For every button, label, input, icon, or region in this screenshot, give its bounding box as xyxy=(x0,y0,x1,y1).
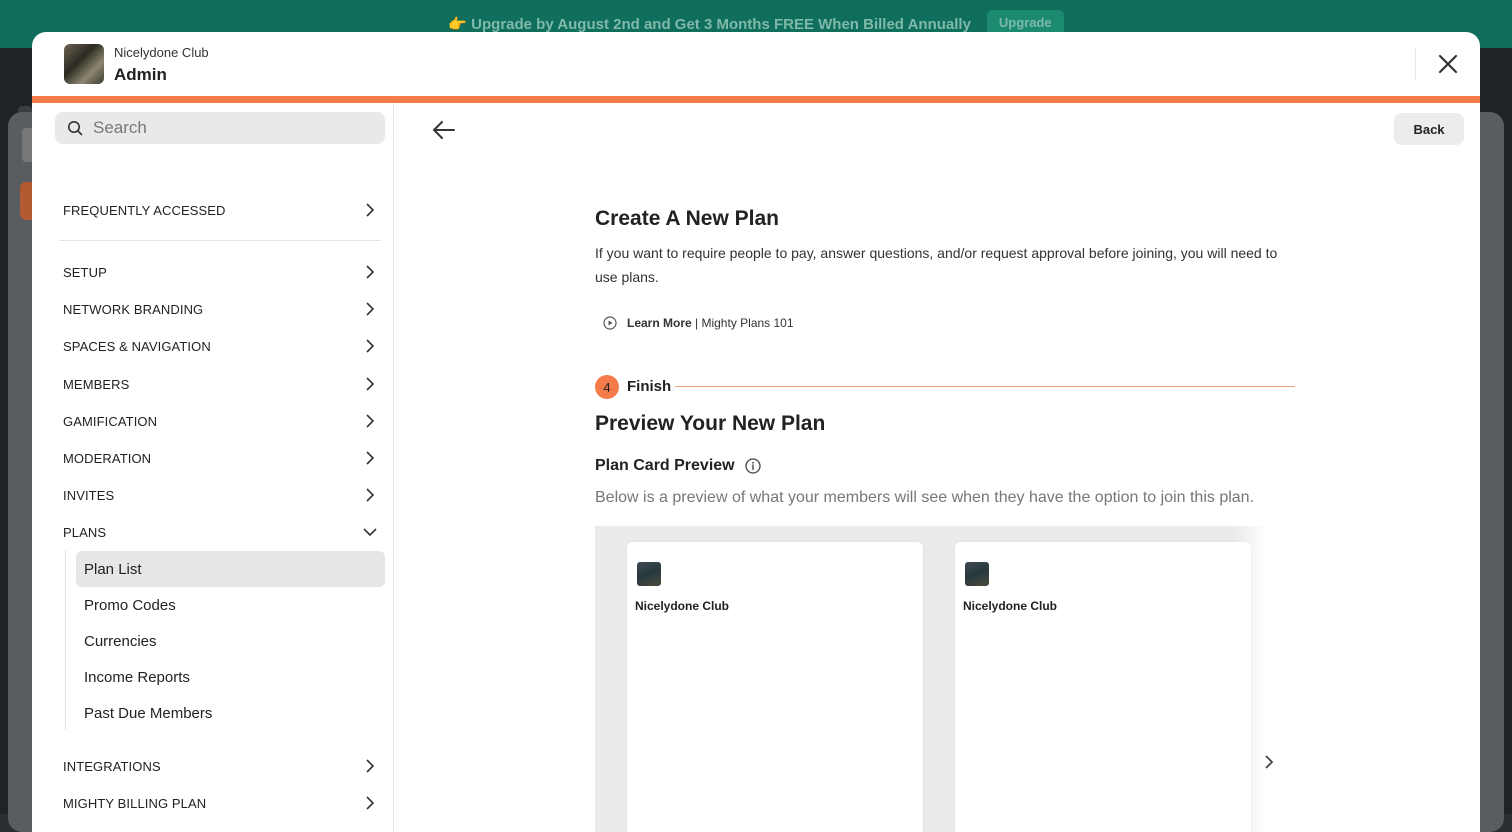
plan-card-network-name: Nicelydone Club xyxy=(963,599,1058,613)
search-box[interactable] xyxy=(55,112,385,144)
plan-card-carousel: Nicelydone Club Nicelydone Club xyxy=(595,526,1274,832)
sidebar-subitem-label: Promo Codes xyxy=(84,596,176,614)
info-icon[interactable] xyxy=(744,458,761,474)
sidebar-item-moderation[interactable]: MODERATION xyxy=(63,445,378,471)
sidebar-item-members[interactable]: MEMBERS xyxy=(63,371,378,397)
sidebar-item-label: PLANS xyxy=(63,524,107,540)
sidebar-item-label: NETWORK BRANDING xyxy=(63,301,204,317)
plan-card-network-name: Nicelydone Club xyxy=(635,599,730,613)
page-title: Admin xyxy=(114,65,167,84)
chevron-down-icon xyxy=(363,528,377,537)
chevron-right-icon xyxy=(366,339,375,353)
play-circle-icon xyxy=(603,316,617,330)
sidebar-item-label: SETUP xyxy=(63,264,107,280)
admin-modal: Nicelydone Club Admin FREQUENTLY ACCESSE… xyxy=(32,32,1480,832)
chevron-right-icon xyxy=(366,759,375,773)
sidebar-item-label: INVITES xyxy=(63,487,115,503)
sidebar-item-spaces-navigation[interactable]: SPACES & NAVIGATION xyxy=(63,333,378,359)
sidebar-subitem-label: Past Due Members xyxy=(84,704,213,722)
sidebar-item-label: GAMIFICATION xyxy=(63,413,158,429)
sidebar-subitem-promo-codes[interactable]: Promo Codes xyxy=(76,587,385,623)
network-logo xyxy=(64,44,104,84)
carousel-fade xyxy=(1235,526,1267,832)
sidebar-subitem-income-reports[interactable]: Income Reports xyxy=(76,659,385,695)
plan-card[interactable]: Nicelydone Club xyxy=(627,542,923,832)
step-progress-line xyxy=(675,386,1295,387)
chevron-right-icon xyxy=(1265,755,1274,769)
modal-header: Nicelydone Club Admin xyxy=(32,32,1480,96)
plan-card-logo xyxy=(637,562,661,586)
header-divider xyxy=(1415,48,1416,80)
card-preview-heading: Plan Card Preview xyxy=(595,457,761,475)
sidebar-item-plans[interactable]: PLANS xyxy=(63,519,378,545)
card-preview-title: Plan Card Preview xyxy=(595,457,735,474)
sidebar-item-frequently-accessed[interactable]: FREQUENTLY ACCESSED xyxy=(63,197,378,223)
chevron-right-icon xyxy=(366,414,375,428)
accent-bar xyxy=(32,96,1480,103)
plan-card-logo xyxy=(965,562,989,586)
banner-text: 👉 Upgrade by August 2nd and Get 3 Months… xyxy=(448,16,971,33)
plan-card[interactable]: Nicelydone Club xyxy=(955,542,1251,832)
close-button[interactable] xyxy=(1432,48,1464,80)
sidebar-item-label: SPACES & NAVIGATION xyxy=(63,338,211,354)
sidebar-item-invites[interactable]: INVITES xyxy=(63,482,378,508)
sidebar-item-mighty-billing-plan[interactable]: MIGHTY BILLING PLAN xyxy=(63,790,378,816)
main-content: Back Create A New Plan If you want to re… xyxy=(394,103,1480,832)
sidebar-divider xyxy=(59,240,381,241)
sidebar-item-label: MIGHTY BILLING PLAN xyxy=(63,795,207,811)
banner-upgrade-button[interactable]: Upgrade xyxy=(986,9,1064,35)
chevron-right-icon xyxy=(366,203,375,217)
sidebar-item-setup[interactable]: SETUP xyxy=(63,259,378,285)
sidebar-item-label: FREQUENTLY ACCESSED xyxy=(63,202,226,218)
search-input[interactable] xyxy=(91,117,375,139)
sidebar-item-label: MODERATION xyxy=(63,450,152,466)
chevron-right-icon xyxy=(366,377,375,391)
chevron-right-icon xyxy=(366,796,375,810)
chevron-right-icon xyxy=(366,265,375,279)
sidebar-item-label: INTEGRATIONS xyxy=(63,758,161,774)
submenu-guide-line xyxy=(65,550,66,730)
chevron-right-icon xyxy=(366,302,375,316)
sidebar-subitem-label: Currencies xyxy=(84,632,157,650)
search-icon xyxy=(68,121,83,136)
carousel-next-button[interactable] xyxy=(1259,752,1279,772)
sidebar-subitem-label: Plan List xyxy=(84,560,142,578)
sidebar-subitem-currencies[interactable]: Currencies xyxy=(76,623,385,659)
chevron-right-icon xyxy=(366,451,375,465)
page-description: If you want to require people to pay, an… xyxy=(595,245,1278,285)
sidebar-item-label: MEMBERS xyxy=(63,376,130,392)
back-button[interactable]: Back xyxy=(1394,113,1464,145)
sidebar-item-network-branding[interactable]: NETWORK BRANDING xyxy=(63,296,378,322)
sidebar-item-gamification[interactable]: GAMIFICATION xyxy=(63,408,378,434)
chevron-right-icon xyxy=(366,488,375,502)
sidebar-subitem-plan-list[interactable]: Plan List xyxy=(76,551,385,587)
close-icon xyxy=(1438,54,1458,74)
step-indicator: 4 Finish xyxy=(595,375,1295,399)
learn-more-suffix: | Mighty Plans 101 xyxy=(691,316,794,330)
step-number-badge: 4 xyxy=(595,375,619,399)
sidebar-item-integrations[interactable]: INTEGRATIONS xyxy=(63,753,378,779)
card-preview-description: Below is a preview of what your members … xyxy=(595,489,1255,506)
learn-more-label: Learn More xyxy=(627,316,692,330)
network-name: Nicelydone Club xyxy=(114,45,209,60)
sidebar-subitem-past-due-members[interactable]: Past Due Members xyxy=(76,695,385,731)
sidebar: FREQUENTLY ACCESSED SETUP NETWORK BRANDI… xyxy=(32,103,394,832)
arrow-left-icon xyxy=(433,121,455,139)
preview-heading: Preview Your New Plan xyxy=(595,412,826,435)
sidebar-subitem-label: Income Reports xyxy=(84,668,190,686)
step-label: Finish xyxy=(627,378,672,395)
back-arrow-button[interactable] xyxy=(428,114,460,146)
page-heading: Create A New Plan xyxy=(595,207,780,230)
learn-more-link[interactable]: Learn More | Mighty Plans 101 xyxy=(603,316,794,330)
